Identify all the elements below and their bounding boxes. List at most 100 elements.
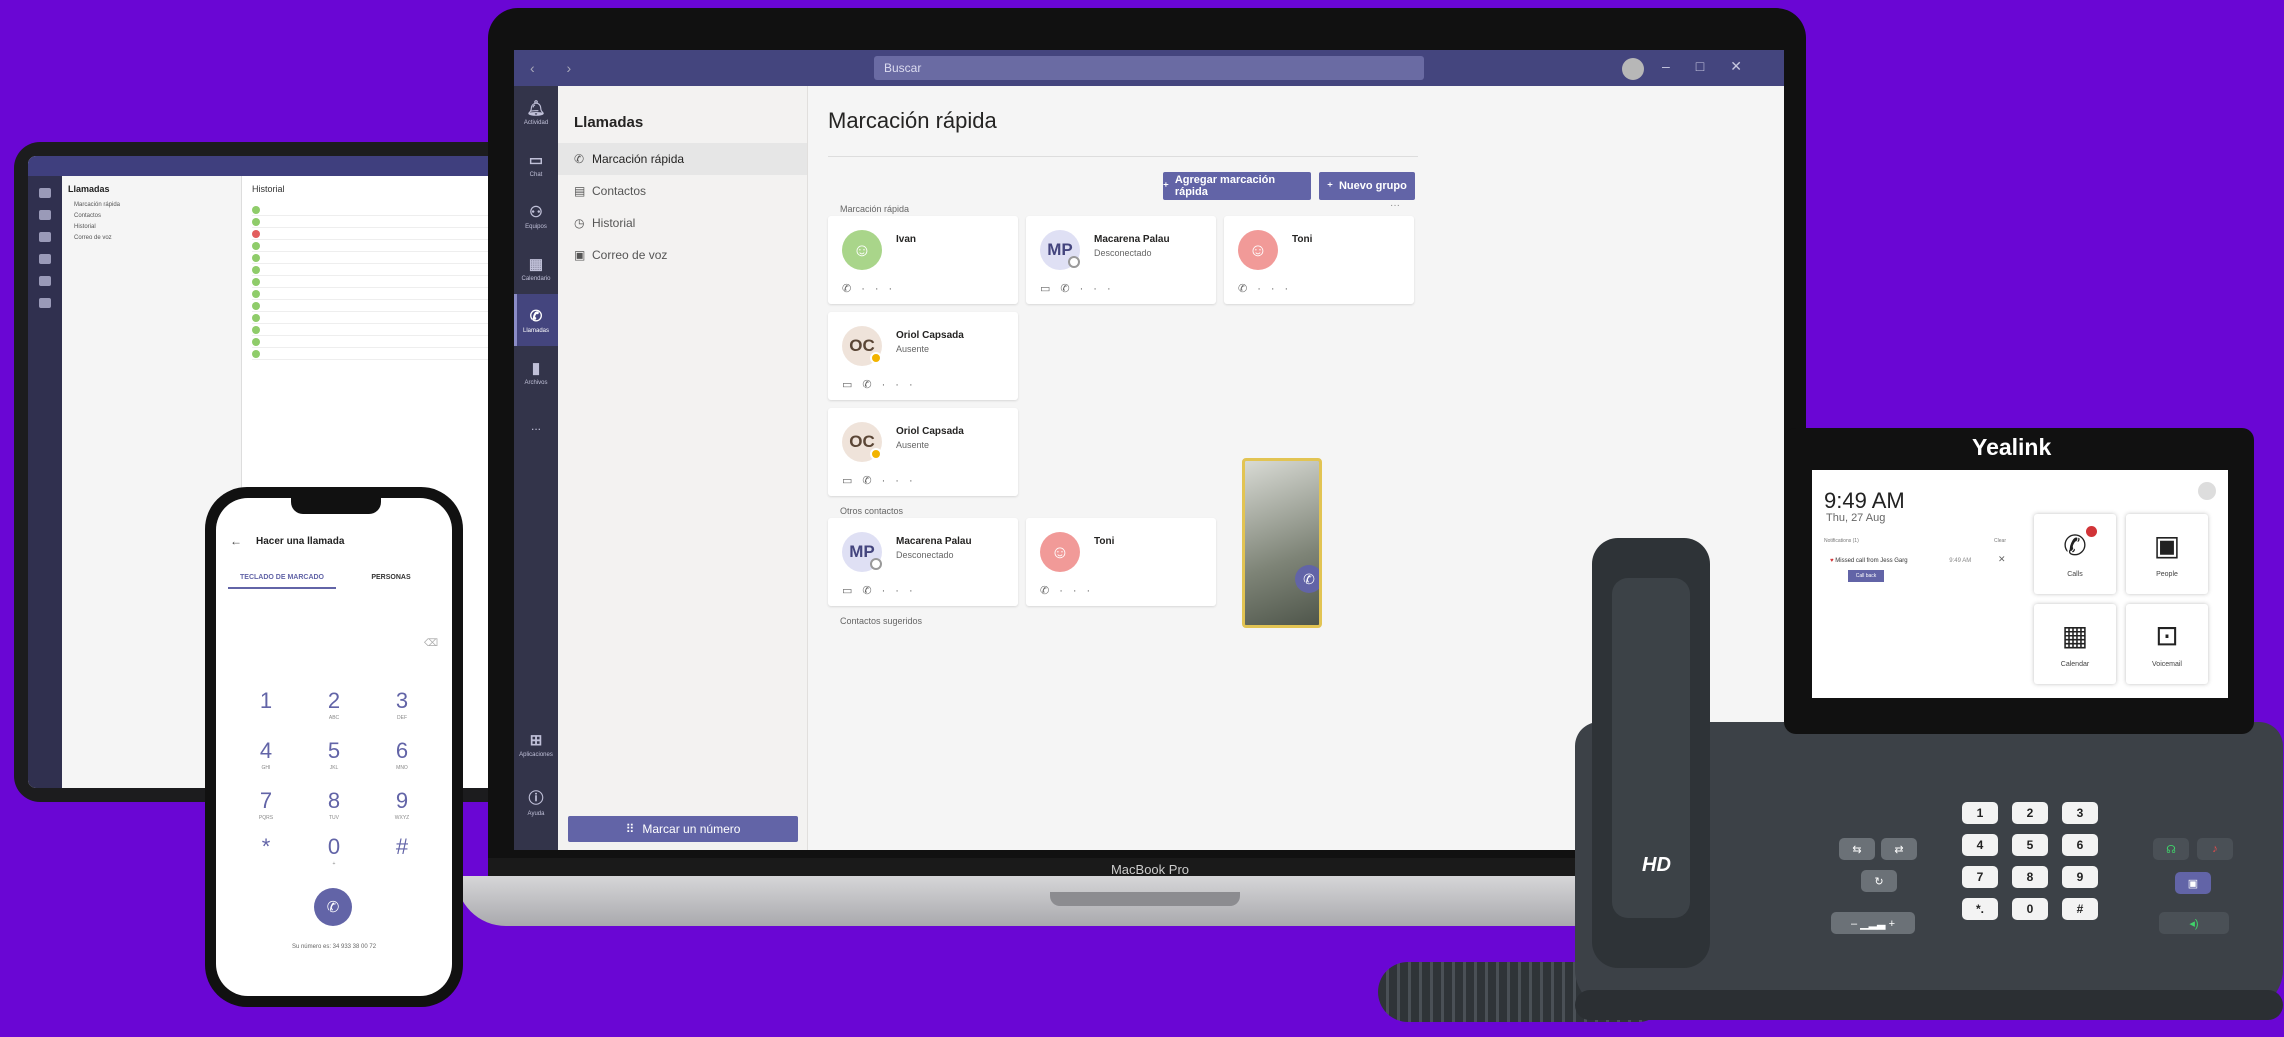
tile-people[interactable]: ▣ People xyxy=(2126,514,2208,594)
search-input[interactable]: Buscar xyxy=(874,56,1424,80)
tile-voicemail[interactable]: ⊡ Voicemail xyxy=(2126,604,2208,684)
video-icon[interactable]: ▭ xyxy=(1040,283,1060,295)
headset-key-icon[interactable]: ☊ xyxy=(2153,838,2189,860)
rail-calendar[interactable]: ▦ Calendario xyxy=(514,242,558,294)
dialpad-key[interactable]: 6 MNO xyxy=(372,738,432,771)
call-actions[interactable]: ▭✆··· xyxy=(1040,282,1121,295)
history-row[interactable] xyxy=(252,216,490,228)
history-row[interactable] xyxy=(252,300,490,312)
history-row[interactable] xyxy=(252,204,490,216)
backspace-icon[interactable]: ⌫ xyxy=(424,638,438,649)
history-row[interactable] xyxy=(252,264,490,276)
dialpad-key[interactable]: 9 WXYZ xyxy=(372,788,432,821)
keypad-key[interactable]: # xyxy=(2062,898,2098,920)
dialpad-key[interactable]: 1 xyxy=(236,688,296,715)
dialpad-key[interactable]: 2 ABC xyxy=(304,688,364,721)
keypad-key[interactable]: 7 xyxy=(1962,866,1998,888)
contact-card[interactable]: ☺ Toni ✆··· xyxy=(1224,216,1414,304)
more-options-icon[interactable]: ··· xyxy=(1390,200,1400,211)
add-speed-dial-button[interactable]: ⁺ Agregar marcación rápida xyxy=(1163,172,1311,200)
tile-calls[interactable]: ✆ Calls xyxy=(2034,514,2116,594)
video-call-preview[interactable]: ✆ xyxy=(1242,458,1322,628)
handset[interactable] xyxy=(1592,538,1710,968)
clear-link[interactable]: Clear xyxy=(1994,538,2006,544)
rail-files[interactable]: ▮ Archivos xyxy=(514,346,558,398)
transfer-key-icon[interactable]: ⇆ xyxy=(1839,838,1875,860)
call-actions[interactable]: ▭✆··· xyxy=(842,584,923,597)
rail-activity[interactable]: 🔔︎ Actividad xyxy=(514,86,558,138)
more-icon[interactable]: ··· xyxy=(1257,283,1298,295)
call-actions[interactable]: ✆··· xyxy=(1238,282,1298,295)
dialpad-key[interactable]: 8 TUV xyxy=(304,788,364,821)
more-icon[interactable]: ··· xyxy=(882,379,923,391)
rail-apps[interactable]: ⊞ Aplicaciones xyxy=(514,718,558,770)
dial-number-button[interactable]: ⠿ Marcar un número xyxy=(568,816,798,842)
keypad-key[interactable]: 4 xyxy=(1962,834,1998,856)
dialpad-key[interactable]: 4 GHI xyxy=(236,738,296,771)
history-row[interactable] xyxy=(252,288,490,300)
user-avatar[interactable] xyxy=(2198,482,2216,500)
tab-dialpad[interactable]: TECLADO DE MARCADO xyxy=(228,574,336,589)
nav-contacts[interactable]: ▤ Contactos xyxy=(558,175,807,207)
back-arrow-icon[interactable]: ← xyxy=(230,534,242,548)
missed-call-notification[interactable]: ♥ Missed call from Jess Garg 9:49 AM xyxy=(1830,558,1971,564)
more-icon[interactable]: ··· xyxy=(882,475,923,487)
phone-icon[interactable]: ✆ xyxy=(1060,283,1079,295)
nav-history[interactable]: ◷ Historial xyxy=(558,207,807,239)
rail-teams[interactable]: ⚇ Equipos xyxy=(514,190,558,242)
keypad-key[interactable]: 8 xyxy=(2012,866,2048,888)
phone-icon[interactable]: ✆ xyxy=(1295,565,1319,593)
user-avatar[interactable] xyxy=(1622,58,1644,80)
dismiss-icon[interactable]: ✕ xyxy=(1998,554,2006,565)
nav-arrows-icon[interactable]: ‹ › xyxy=(530,60,585,76)
phone-icon[interactable]: ✆ xyxy=(862,379,881,391)
video-icon[interactable]: ▭ xyxy=(842,379,862,391)
contact-card[interactable]: MP Macarena Palau Desconectado ▭✆··· xyxy=(1026,216,1216,304)
dialpad-key[interactable]: 5 JKL xyxy=(304,738,364,771)
phone-icon[interactable]: ✆ xyxy=(1238,283,1257,295)
mute-key-icon[interactable]: ♪ xyxy=(2197,838,2233,860)
history-row[interactable] xyxy=(252,336,490,348)
contact-card[interactable]: OC Oriol Capsada Ausente ▭✆··· xyxy=(828,408,1018,496)
rail-help[interactable]: ⓘ Ayuda xyxy=(514,776,558,828)
video-icon[interactable]: ▭ xyxy=(842,475,862,487)
tablet-left-item[interactable]: Marcación rápida xyxy=(74,202,235,208)
dialpad-key[interactable]: # xyxy=(372,834,432,861)
rail-calls[interactable]: ✆ Llamadas xyxy=(514,294,558,346)
redial-key-icon[interactable]: ↻ xyxy=(1861,870,1897,892)
call-actions[interactable]: ✆··· xyxy=(1040,584,1100,597)
video-icon[interactable]: ▭ xyxy=(842,585,862,597)
new-group-button[interactable]: ⁺ Nuevo grupo xyxy=(1319,172,1415,200)
nav-speed-dial[interactable]: ✆ Marcación rápida xyxy=(558,143,807,175)
contact-card[interactable]: ☺ Toni ✆··· xyxy=(1026,518,1216,606)
history-row[interactable] xyxy=(252,252,490,264)
nav-voicemail[interactable]: ▣ Correo de voz xyxy=(558,239,807,271)
rail-chat[interactable]: ▭ Chat xyxy=(514,138,558,190)
call-back-button[interactable]: Call back xyxy=(1848,570,1884,582)
teams-key-icon[interactable]: ▣ xyxy=(2175,872,2211,894)
phone-icon[interactable]: ✆ xyxy=(1040,585,1059,597)
history-row[interactable] xyxy=(252,276,490,288)
more-icon[interactable]: ··· xyxy=(1059,585,1100,597)
tablet-left-item[interactable]: Correo de voz xyxy=(74,235,235,241)
history-row[interactable] xyxy=(252,240,490,252)
more-icon[interactable]: ··· xyxy=(882,585,923,597)
keypad-key[interactable]: 3 xyxy=(2062,802,2098,824)
tab-people[interactable]: PERSONAS xyxy=(346,574,436,587)
call-actions[interactable]: ✆··· xyxy=(842,282,902,295)
window-controls-icon[interactable]: –□✕ xyxy=(1662,58,1768,75)
contact-card[interactable]: ☺ Ivan ✆··· xyxy=(828,216,1018,304)
keypad-key[interactable]: 9 xyxy=(2062,866,2098,888)
call-actions[interactable]: ▭✆··· xyxy=(842,474,923,487)
dialpad-key[interactable]: * xyxy=(236,834,296,861)
keypad-key[interactable]: 6 xyxy=(2062,834,2098,856)
contact-card[interactable]: OC Oriol Capsada Ausente ▭✆··· xyxy=(828,312,1018,400)
phone-icon[interactable]: ✆ xyxy=(862,585,881,597)
history-row[interactable] xyxy=(252,312,490,324)
keypad-key[interactable]: 5 xyxy=(2012,834,2048,856)
keypad-key[interactable]: *. xyxy=(1962,898,1998,920)
dialpad-key[interactable]: 7 PQRS xyxy=(236,788,296,821)
call-button[interactable]: ✆ xyxy=(314,888,352,926)
rail-more[interactable]: ... xyxy=(514,398,558,450)
dialpad-key[interactable]: 0 + xyxy=(304,834,364,867)
